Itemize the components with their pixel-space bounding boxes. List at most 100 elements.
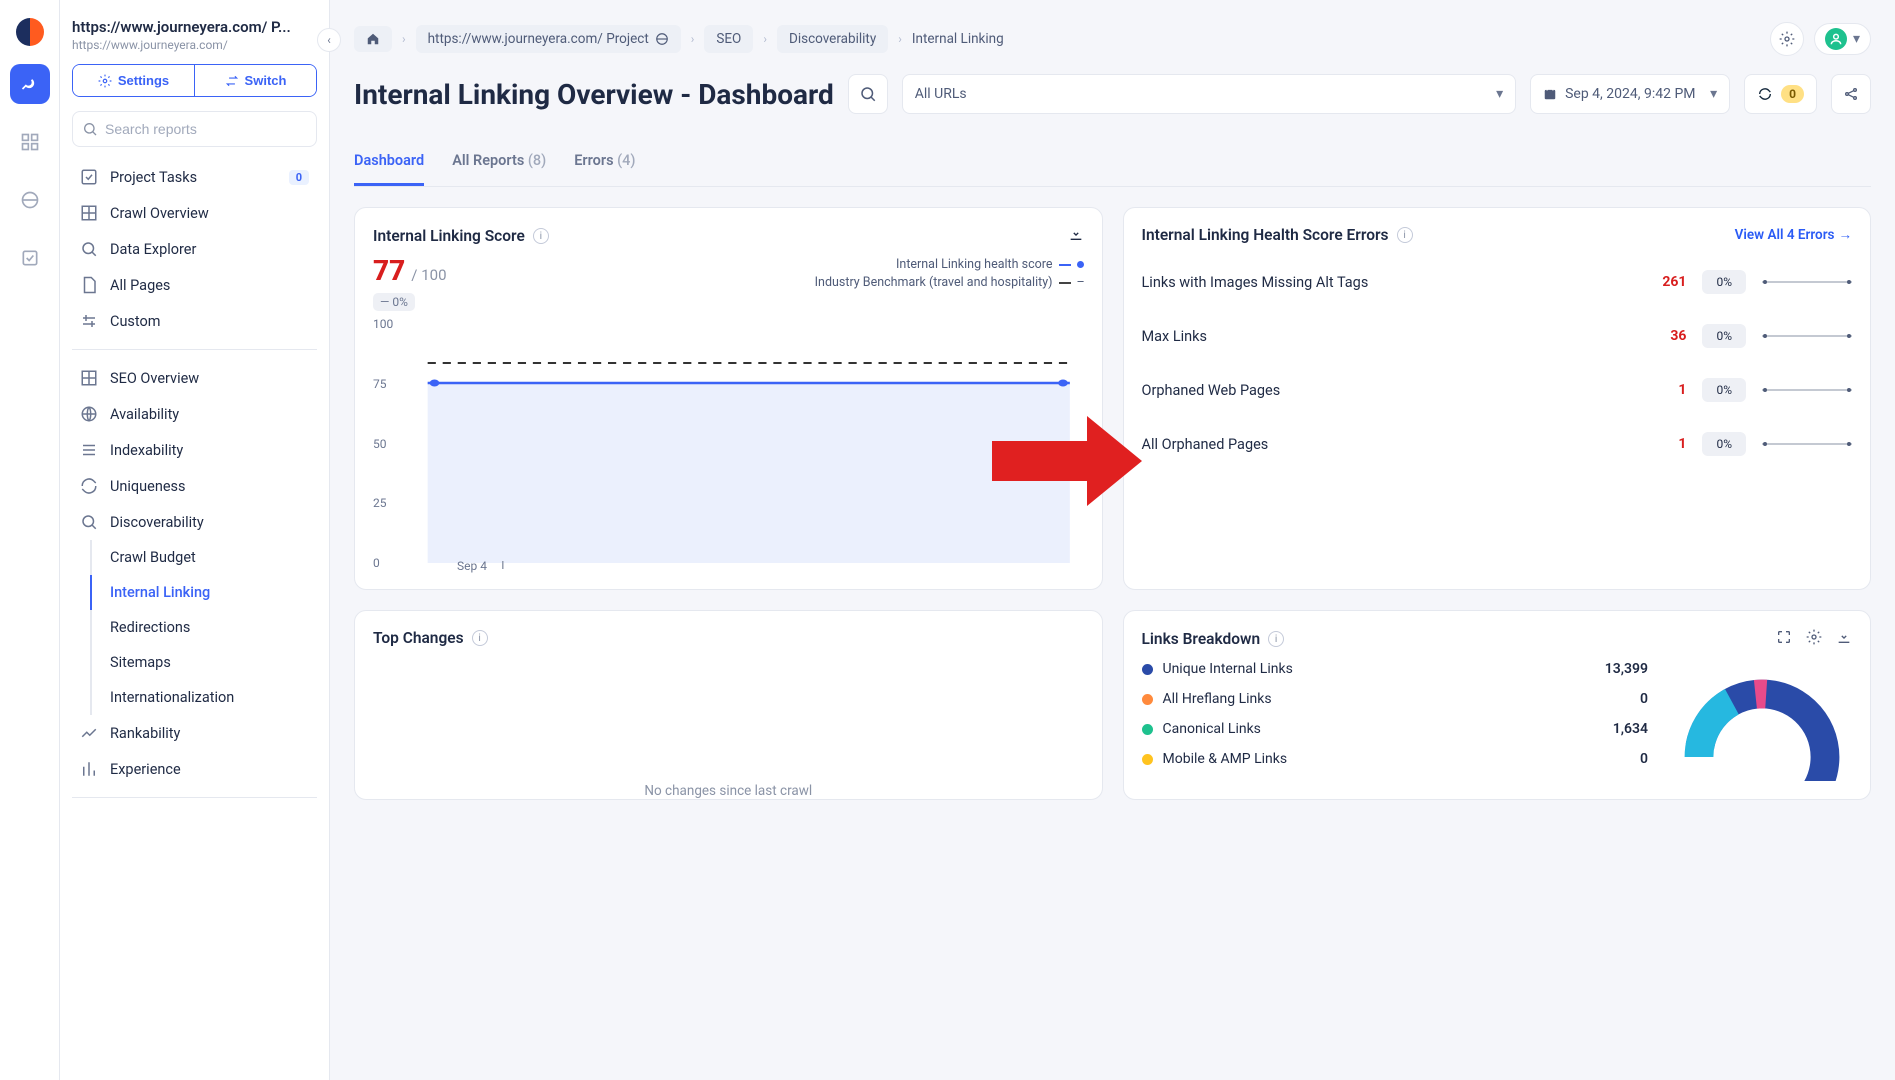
sidebar-item-rankability[interactable]: Rankability: [72, 715, 317, 751]
sidebar-item-indexability[interactable]: Indexability: [72, 432, 317, 468]
settings-button[interactable]: Settings: [73, 65, 194, 96]
legend-score: Internal Linking health score: [896, 257, 1052, 272]
links-breakdown-card: Links Breakdown i Unique Internal Links1…: [1123, 610, 1872, 800]
expand-button[interactable]: [1776, 629, 1792, 649]
top-changes-card: Top Changes i No changes since last craw…: [354, 610, 1103, 800]
task-count-badge: 0: [289, 170, 309, 185]
errors-card-title: Internal Linking Health Score Errors: [1142, 226, 1389, 244]
search-button[interactable]: [848, 74, 888, 114]
download-button[interactable]: [1068, 226, 1084, 246]
refresh-icon: [80, 477, 98, 495]
user-menu[interactable]: ▾: [1814, 23, 1871, 55]
link-row[interactable]: All Hreflang Links0: [1142, 691, 1649, 707]
sidebar-item-uniqueness[interactable]: Uniqueness: [72, 468, 317, 504]
sidebar-subitem-redirections[interactable]: Redirections: [90, 610, 317, 645]
error-row[interactable]: Links with Images Missing Alt Tags2610%: [1142, 270, 1853, 294]
tab-dashboard[interactable]: Dashboard: [354, 142, 424, 186]
dot-icon: [1142, 724, 1153, 735]
crawl-date-select[interactable]: Sep 4, 2024, 9:42 PM▾: [1530, 74, 1730, 114]
switch-button[interactable]: Switch: [194, 65, 316, 96]
error-row[interactable]: All Orphaned Pages10%: [1142, 432, 1853, 456]
sidebar-item-custom[interactable]: Custom: [72, 303, 317, 339]
annotation-arrow: [992, 416, 1142, 506]
project-subtitle: https://www.journeyera.com/: [72, 38, 317, 52]
url-filter-select[interactable]: All URLs▾: [902, 74, 1516, 114]
rail-analytics-icon[interactable]: [10, 180, 50, 220]
chevron-right-icon: ›: [402, 32, 406, 46]
score-card: Internal Linking Score i 77/ 100 — 0% In…: [354, 207, 1103, 590]
sidebar-item-availability[interactable]: Availability: [72, 396, 317, 432]
info-icon[interactable]: i: [472, 630, 488, 646]
project-title: https://www.journeyera.com/ P...: [72, 18, 317, 36]
sync-button[interactable]: 0: [1744, 74, 1817, 114]
link-row[interactable]: Mobile & AMP Links0: [1142, 751, 1649, 767]
gear-icon: [1779, 31, 1795, 47]
home-icon: [366, 32, 380, 46]
breadcrumb-seo[interactable]: SEO: [704, 25, 753, 53]
notif-badge: 0: [1781, 85, 1804, 103]
sidebar-item-all-pages[interactable]: All Pages: [72, 267, 317, 303]
globe-icon: [80, 405, 98, 423]
view-all-errors-link[interactable]: View All 4 Errors →: [1735, 227, 1852, 243]
grid-icon: [80, 369, 98, 387]
expand-icon: [1776, 629, 1792, 645]
title-row: Internal Linking Overview - Dashboard Al…: [354, 74, 1871, 114]
sidebar-subitem-internationalization[interactable]: Internationalization: [90, 680, 317, 715]
sidebar-item-experience[interactable]: Experience: [72, 751, 317, 787]
sidebar-item-seo-overview[interactable]: SEO Overview: [72, 360, 317, 396]
sync-icon: [1757, 86, 1773, 102]
rail-tool-icon[interactable]: [10, 64, 50, 104]
legend-dot-icon: [1077, 261, 1084, 268]
chevron-down-icon: ▾: [1496, 86, 1503, 102]
sidebar-item-project-tasks[interactable]: Project Tasks0: [72, 159, 317, 195]
page-icon: [80, 276, 98, 294]
settings-button[interactable]: [1770, 22, 1804, 56]
rail-dashboard-icon[interactable]: [10, 122, 50, 162]
sparkline: [1762, 327, 1852, 345]
info-icon[interactable]: i: [533, 228, 549, 244]
bar-chart-icon: [80, 760, 98, 778]
tab-all-reports[interactable]: All Reports (8): [452, 142, 546, 186]
sidebar-collapse-button[interactable]: ‹: [317, 28, 341, 52]
main-content: › https://www.journeyera.com/ Project › …: [330, 0, 1895, 1080]
tabs: Dashboard All Reports (8) Errors (4): [354, 142, 1871, 187]
share-button[interactable]: [1831, 74, 1871, 114]
swap-icon: [225, 74, 239, 88]
error-row[interactable]: Orphaned Web Pages10%: [1142, 378, 1853, 402]
sidebar-subitem-crawl-budget[interactable]: Crawl Budget: [90, 540, 317, 575]
legend-dash-icon: [1059, 282, 1071, 284]
error-row[interactable]: Max Links360%: [1142, 324, 1853, 348]
tab-errors[interactable]: Errors (4): [574, 142, 635, 186]
links-breakdown-title: Links Breakdown: [1142, 630, 1261, 648]
chevron-right-icon: ›: [691, 32, 695, 46]
breadcrumb-discoverability[interactable]: Discoverability: [777, 25, 888, 53]
sparkline: [1762, 381, 1852, 399]
search-icon: [859, 85, 877, 103]
donut-chart: [1672, 661, 1852, 781]
breadcrumb-home[interactable]: [354, 26, 392, 52]
grid-icon: [80, 204, 98, 222]
sidebar-subitem-internal-linking[interactable]: Internal Linking: [90, 575, 317, 610]
link-row[interactable]: Unique Internal Links13,399: [1142, 661, 1649, 677]
download-icon: [1836, 629, 1852, 645]
page-title: Internal Linking Overview - Dashboard: [354, 78, 834, 111]
breadcrumb-project[interactable]: https://www.journeyera.com/ Project: [416, 25, 681, 53]
chevron-right-icon: ›: [898, 32, 902, 46]
search-input[interactable]: [72, 111, 317, 147]
search-icon: [80, 513, 98, 531]
sidebar-item-discoverability[interactable]: Discoverability: [72, 504, 317, 540]
link-row[interactable]: Canonical Links1,634: [1142, 721, 1649, 737]
sidebar-item-data-explorer[interactable]: Data Explorer: [72, 231, 317, 267]
info-icon[interactable]: i: [1268, 631, 1284, 647]
search-icon: [82, 121, 98, 137]
sparkline: [1762, 435, 1852, 453]
legend-line-icon: [1059, 264, 1071, 266]
info-icon[interactable]: i: [1397, 227, 1413, 243]
gear-icon: [1806, 629, 1822, 645]
trend-icon: [80, 724, 98, 742]
rail-tasks-icon[interactable]: [10, 238, 50, 278]
download-button[interactable]: [1836, 629, 1852, 649]
sidebar-item-crawl-overview[interactable]: Crawl Overview: [72, 195, 317, 231]
card-settings-button[interactable]: [1806, 629, 1822, 649]
sidebar-subitem-sitemaps[interactable]: Sitemaps: [90, 645, 317, 680]
